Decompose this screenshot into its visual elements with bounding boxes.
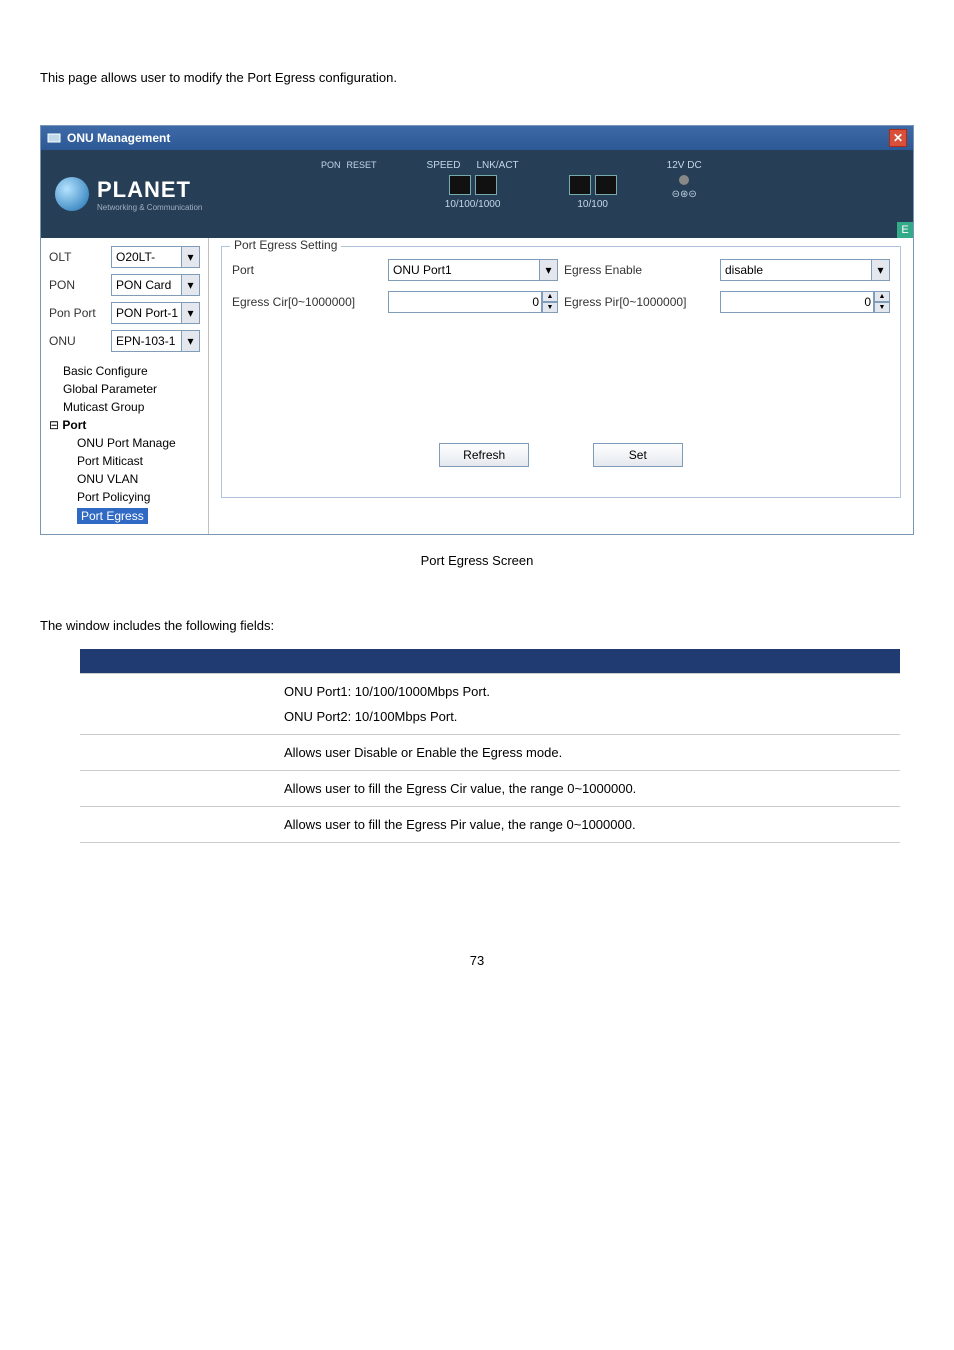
object-cell — [80, 673, 270, 734]
olt-label: OLT — [49, 250, 105, 264]
lnkact-label: LNK/ACT — [476, 160, 518, 171]
desc-cell: Allows user to fill the Egress Cir value… — [270, 770, 900, 806]
tree-onu-port-manage[interactable]: ONU Port Manage — [71, 434, 200, 452]
egress-enable-select[interactable]: disable ▾ — [720, 259, 890, 281]
port-icon — [595, 175, 617, 195]
spin-up-icon[interactable]: ▲ — [542, 291, 558, 302]
ponport-select[interactable]: PON Port-1▾ — [111, 302, 200, 324]
egress-pir-label: Egress Pir[0~1000000] — [564, 295, 714, 309]
port2-speed: 10/100 — [577, 199, 608, 210]
tree-onu-vlan[interactable]: ONU VLAN — [71, 470, 200, 488]
set-button[interactable]: Set — [593, 443, 683, 467]
desc-cell: ONU Port2: 10/100Mbps Port. — [284, 709, 886, 724]
reset-label: RESET — [347, 160, 377, 170]
tree-port-egress[interactable]: Port Egress — [71, 506, 200, 526]
page-number: 73 — [40, 953, 914, 968]
pon-select[interactable]: PON Card ▾ — [111, 274, 200, 296]
main-panel: Port Egress Setting Port ONU Port1 ▾ Egre… — [209, 238, 913, 534]
power-dot-icon — [679, 175, 689, 185]
spin-down-icon[interactable]: ▼ — [874, 302, 890, 313]
egress-enable-value: disable — [725, 263, 763, 277]
egress-enable-label: Egress Enable — [564, 263, 714, 277]
window-title: ONU Management — [67, 131, 170, 145]
table-row: ONU Port1: 10/100/1000Mbps Port. ONU Por… — [80, 673, 900, 734]
fieldset-legend: Port Egress Setting — [230, 238, 341, 252]
tree-port-miticast[interactable]: Port Miticast — [71, 452, 200, 470]
port-icon — [475, 175, 497, 195]
port1-speed: 10/100/1000 — [445, 199, 501, 210]
desc-cell: Allows user Disable or Enable the Egress… — [270, 734, 900, 770]
port-icon — [449, 175, 471, 195]
onu-label: ONU — [49, 334, 105, 348]
window-icon — [47, 131, 61, 145]
port-select[interactable]: ONU Port1 ▾ — [388, 259, 558, 281]
globe-icon — [55, 177, 89, 211]
spacer — [591, 160, 594, 171]
power-label: 12V DC — [667, 160, 702, 171]
ponport-value: PON Port-1 — [116, 306, 178, 320]
nav-tree: Basic Configure Global Parameter Muticas… — [49, 362, 200, 526]
chevron-down-icon[interactable]: ▾ — [181, 247, 199, 267]
olt-select[interactable]: O20LT- ▾ — [111, 246, 200, 268]
e-badge: E — [897, 222, 913, 238]
egress-cir-input[interactable]: 0 ▲▼ — [388, 291, 558, 313]
tree-port-egress-label: Port Egress — [77, 508, 148, 524]
chevron-down-icon[interactable]: ▾ — [181, 275, 199, 295]
tree-basic-configure[interactable]: Basic Configure — [49, 362, 200, 380]
tree-port-policying[interactable]: Port Policying — [71, 488, 200, 506]
pon-value: PON Card — [116, 278, 171, 292]
intro-text: This page allows user to modify the Port… — [40, 70, 914, 85]
onu-select[interactable]: EPN-103-1 ▾ — [111, 330, 200, 352]
sidebar: OLT O20LT- ▾ PON PON Card ▾ Pon Port PON P… — [41, 238, 209, 534]
table-row: Allows user to fill the Egress Pir value… — [80, 806, 900, 842]
object-cell — [80, 806, 270, 842]
table-row: Allows user Disable or Enable the Egress… — [80, 734, 900, 770]
olt-value: O20LT- — [116, 250, 155, 264]
description-table: ONU Port1: 10/100/1000Mbps Port. ONU Por… — [80, 649, 900, 843]
titlebar: ONU Management ✕ — [41, 126, 913, 150]
refresh-button[interactable]: Refresh — [439, 443, 529, 467]
port-label: Port — [232, 263, 382, 277]
pon-label: PON — [321, 160, 341, 170]
onu-value: EPN-103-1 — [116, 334, 175, 348]
desc-cell: ONU Port1: 10/100/1000Mbps Port. — [284, 684, 886, 699]
brand-logo: PLANET — [97, 177, 202, 203]
ponport-label: Pon Port — [49, 306, 105, 320]
object-cell — [80, 770, 270, 806]
tree-port[interactable]: Port — [49, 416, 200, 434]
port-icon — [569, 175, 591, 195]
port-select-value: ONU Port1 — [393, 263, 452, 277]
chevron-down-icon[interactable]: ▾ — [539, 260, 557, 280]
onu-window: ONU Management ✕ PLANET Networking & Com… — [40, 125, 914, 535]
screenshot-caption: Port Egress Screen — [40, 553, 914, 568]
object-cell — [80, 734, 270, 770]
pon-label: PON — [49, 278, 105, 292]
leds-icons: ⊝⊛⊝ — [672, 189, 697, 200]
chevron-down-icon[interactable]: ▾ — [181, 331, 199, 351]
tree-muticast-group[interactable]: Muticast Group — [49, 398, 200, 416]
spin-up-icon[interactable]: ▲ — [874, 291, 890, 302]
fields-intro: The window includes the following fields… — [40, 618, 914, 633]
egress-pir-value[interactable]: 0 — [720, 291, 874, 313]
port-egress-fieldset: Port Egress Setting Port ONU Port1▾ Egre… — [221, 246, 901, 498]
egress-pir-input[interactable]: 0 ▲▼ — [720, 291, 890, 313]
egress-cir-value[interactable]: 0 — [388, 291, 542, 313]
spin-down-icon[interactable]: ▼ — [542, 302, 558, 313]
chevron-down-icon[interactable]: ▾ — [181, 303, 199, 323]
brand-sub: Networking & Communication — [97, 203, 202, 212]
chevron-down-icon[interactable]: ▾ — [871, 260, 889, 280]
header-banner: PLANET Networking & Communication PON RE… — [41, 150, 913, 238]
speed-label: SPEED — [427, 160, 461, 171]
table-row: Allows user to fill the Egress Cir value… — [80, 770, 900, 806]
close-button[interactable]: ✕ — [889, 129, 907, 147]
tree-global-parameter[interactable]: Global Parameter — [49, 380, 200, 398]
desc-cell: Allows user to fill the Egress Pir value… — [270, 806, 900, 842]
egress-cir-label: Egress Cir[0~1000000] — [232, 295, 382, 309]
